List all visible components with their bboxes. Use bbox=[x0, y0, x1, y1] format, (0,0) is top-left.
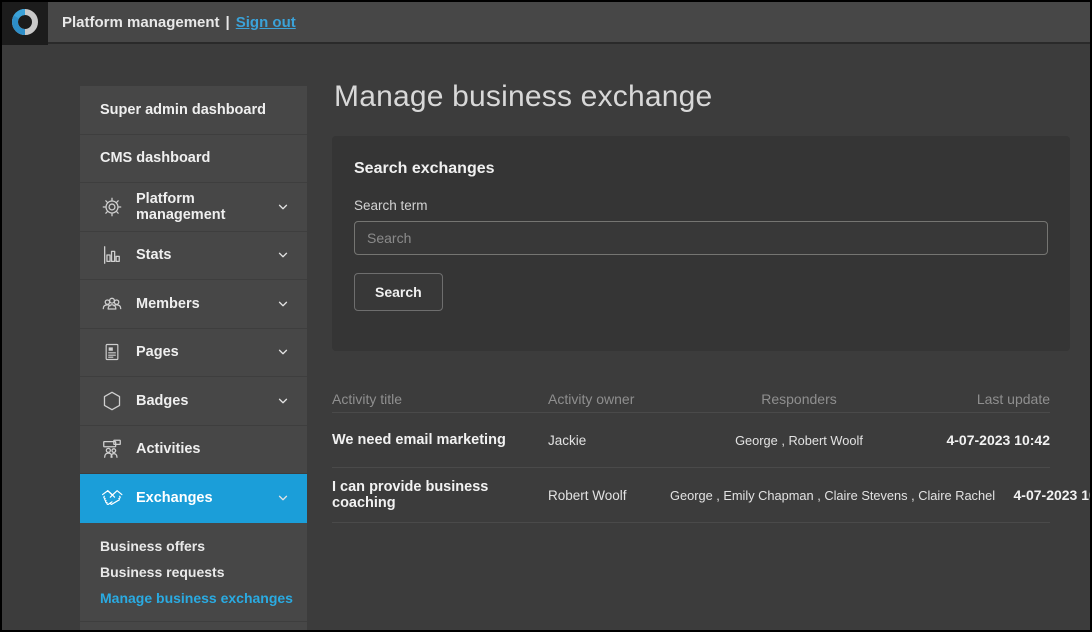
search-panel: Search exchanges Search term Search bbox=[332, 136, 1070, 351]
sidebar-item-super-admin-dashboard[interactable]: Super admin dashboard bbox=[80, 86, 307, 135]
hexagon-icon bbox=[100, 389, 124, 413]
main-content: Manage business exchange Search exchange… bbox=[332, 80, 1070, 523]
col-header-activity-title: Activity title bbox=[332, 391, 544, 407]
topbar-separator: | bbox=[226, 14, 230, 31]
sidebar-item-pages[interactable]: Pages bbox=[80, 329, 307, 378]
sidebar-item-cms-dashboard[interactable]: CMS dashboard bbox=[80, 135, 307, 184]
handshake-icon bbox=[100, 486, 124, 510]
cell-responders: George , Emily Chapman , Claire Stevens … bbox=[670, 488, 995, 503]
cell-activity-owner: Robert Woolf bbox=[548, 488, 666, 503]
sidebar-item-exchanges[interactable]: Exchanges bbox=[80, 474, 307, 523]
search-term-label: Search term bbox=[354, 198, 1048, 213]
page-title: Manage business exchange bbox=[334, 80, 1070, 114]
workshop-icon bbox=[100, 437, 124, 461]
submenu-item-business-requests[interactable]: Business requests bbox=[100, 559, 307, 585]
col-header-activity-owner: Activity owner bbox=[548, 391, 666, 407]
bar-chart-icon bbox=[100, 243, 124, 267]
sidebar: Super admin dashboard CMS dashboard Plat… bbox=[80, 86, 307, 630]
cell-activity-title: I can provide business coaching bbox=[332, 479, 544, 511]
chevron-down-icon bbox=[275, 199, 291, 215]
chevron-down-icon bbox=[275, 296, 291, 312]
sidebar-item-stats[interactable]: Stats bbox=[80, 232, 307, 281]
sidebar-item-platform-management[interactable]: Platform management bbox=[80, 183, 307, 232]
search-button[interactable]: Search bbox=[354, 273, 443, 311]
cell-activity-title: We need email marketing bbox=[332, 432, 544, 448]
chevron-down-icon bbox=[275, 393, 291, 409]
col-header-last-update: Last update bbox=[932, 391, 1050, 407]
chevron-down-icon bbox=[275, 490, 291, 506]
sidebar-item-badges[interactable]: Badges bbox=[80, 377, 307, 426]
search-input[interactable] bbox=[354, 221, 1048, 255]
table-row[interactable]: I can provide business coaching Robert W… bbox=[332, 468, 1050, 523]
app-window: Platform management | Sign out Super adm… bbox=[0, 0, 1092, 632]
cell-last-update: 4-07-2023 10:42 bbox=[932, 432, 1050, 448]
app-logo[interactable] bbox=[2, 0, 48, 45]
sidebar-item-challenges[interactable]: Challenges bbox=[80, 622, 307, 632]
submenu-item-manage-business-exchanges[interactable]: Manage business exchanges bbox=[100, 585, 307, 611]
people-icon bbox=[100, 292, 124, 316]
chevron-down-icon bbox=[275, 344, 291, 360]
cell-last-update: 4-07-2023 10:42 bbox=[999, 487, 1092, 503]
table-row[interactable]: We need email marketing Jackie George , … bbox=[332, 413, 1050, 468]
topbar-title: Platform management bbox=[62, 14, 220, 31]
sidebar-item-members[interactable]: Members bbox=[80, 280, 307, 329]
cell-responders: George , Robert Woolf bbox=[670, 433, 928, 448]
col-header-responders: Responders bbox=[670, 391, 928, 407]
document-icon bbox=[100, 340, 124, 364]
gear-icon bbox=[100, 195, 124, 219]
search-panel-title: Search exchanges bbox=[354, 160, 1048, 178]
submenu-item-business-offers[interactable]: Business offers bbox=[100, 533, 307, 559]
exchanges-table: Activity title Activity owner Responders… bbox=[332, 385, 1050, 523]
sidebar-item-activities[interactable]: Activities bbox=[80, 426, 307, 475]
chevron-down-icon bbox=[275, 247, 291, 263]
table-header-row: Activity title Activity owner Responders… bbox=[332, 385, 1050, 413]
top-bar: Platform management | Sign out bbox=[2, 2, 1090, 44]
ring-logo-icon bbox=[9, 6, 41, 38]
exchanges-submenu: Business offers Business requests Manage… bbox=[80, 523, 307, 622]
cell-activity-owner: Jackie bbox=[548, 433, 666, 448]
sign-out-link[interactable]: Sign out bbox=[236, 14, 296, 31]
